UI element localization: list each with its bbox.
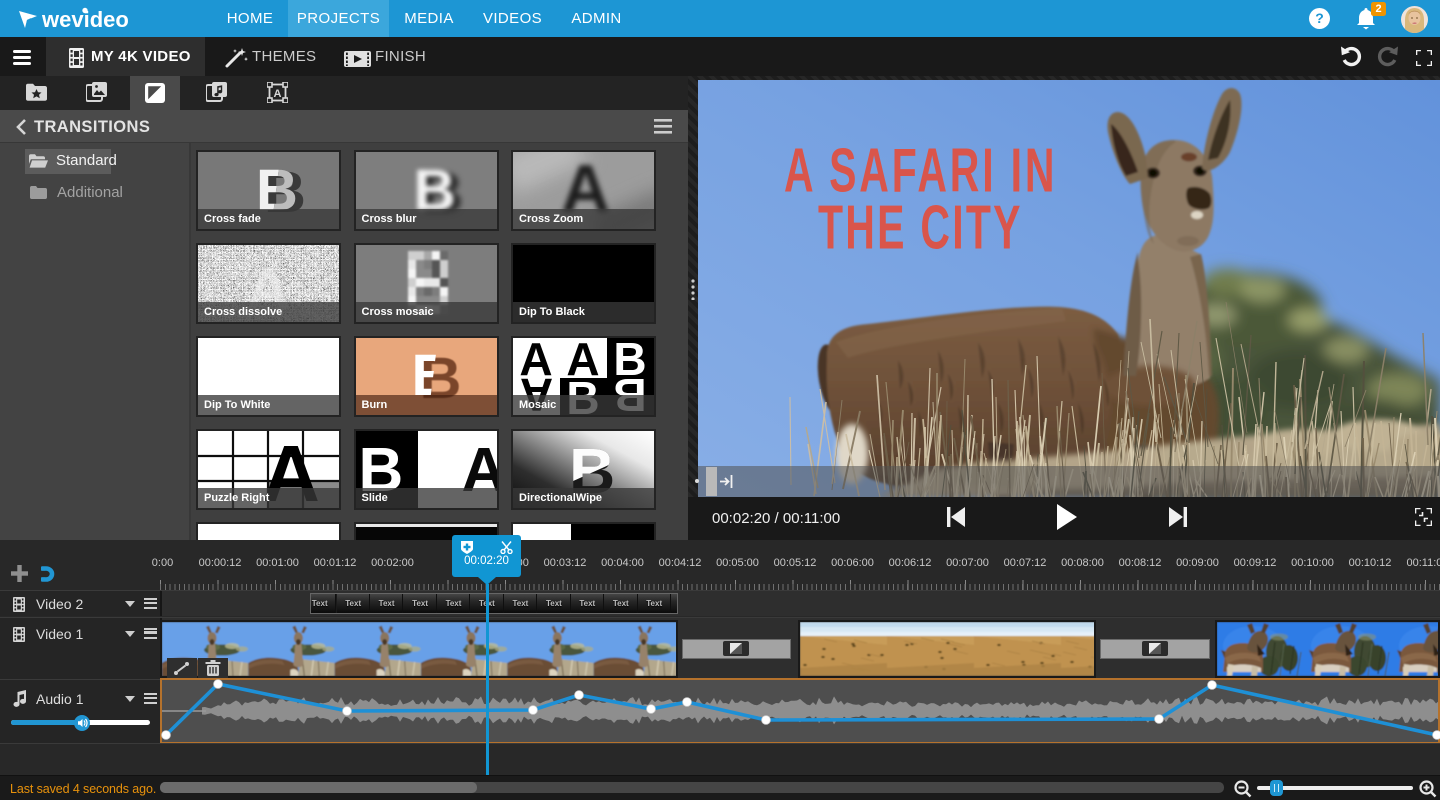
- svg-text:THE CITY: THE CITY: [818, 193, 1024, 263]
- svg-text:A: A: [274, 88, 282, 100]
